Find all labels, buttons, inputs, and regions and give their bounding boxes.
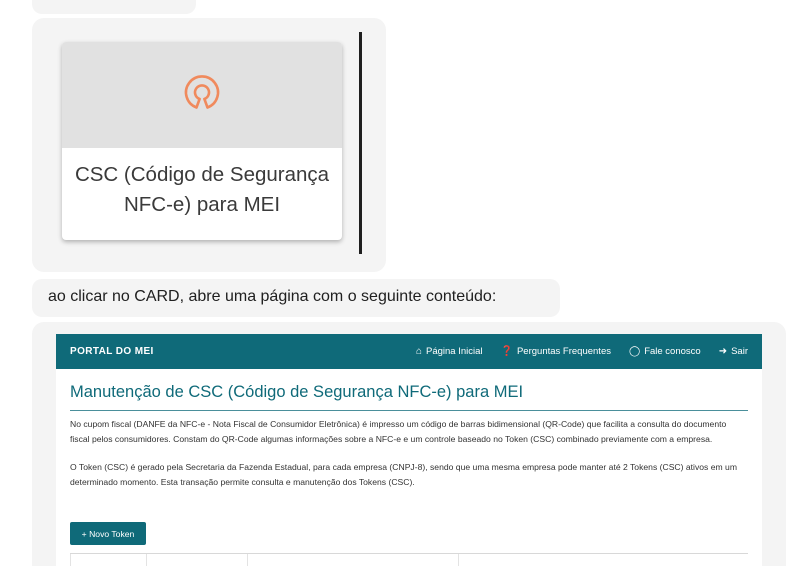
card-title: CSC (Código de Segurança NFC-e) para MEI [74, 163, 330, 216]
previous-message-bubble [32, 0, 196, 14]
portal-page: PORTAL DO MEI ⌂ Página Inicial ❓ Pergunt… [56, 334, 762, 566]
question-icon: ❓ [500, 346, 513, 357]
top-navbar: PORTAL DO MEI ⌂ Página Inicial ❓ Pergunt… [56, 334, 762, 369]
nav-item-faq[interactable]: ❓ Perguntas Frequentes [501, 346, 611, 357]
text-cursor-bar [359, 32, 362, 254]
open-source-icon [178, 69, 226, 122]
description-paragraph: No cupom fiscal (DANFE da NFC-e - Nota F… [70, 419, 727, 444]
nav-label: Fale conosco [644, 346, 701, 357]
nav-item-home[interactable]: ⌂ Página Inicial [416, 346, 483, 357]
brand[interactable]: PORTAL DO MEI [70, 346, 398, 357]
nav-label: Perguntas Frequentes [516, 346, 611, 357]
token-table [70, 553, 748, 566]
nav-label: Página Inicial [426, 346, 483, 357]
csc-card[interactable]: CSC (Código de Segurança NFC-e) para MEI [62, 42, 342, 240]
card-media [62, 42, 342, 148]
nav-item-contact[interactable]: ◯ Fale conosco [629, 346, 701, 357]
description-paragraph: O Token (CSC) é gerado pela Secretaria d… [70, 462, 737, 487]
message-text: ao clicar no CARD, abre uma página com o… [48, 288, 497, 305]
nav-item-logout[interactable]: ➜ Sair [719, 346, 748, 357]
home-icon: ⌂ [415, 346, 422, 357]
logout-icon: ➜ [718, 346, 728, 357]
new-token-button[interactable]: + Novo Token [70, 522, 146, 545]
page-title: Manutenção de CSC (Código de Segurança N… [70, 383, 748, 411]
chat-icon: ◯ [628, 346, 641, 357]
nav-label: Sair [731, 346, 748, 357]
